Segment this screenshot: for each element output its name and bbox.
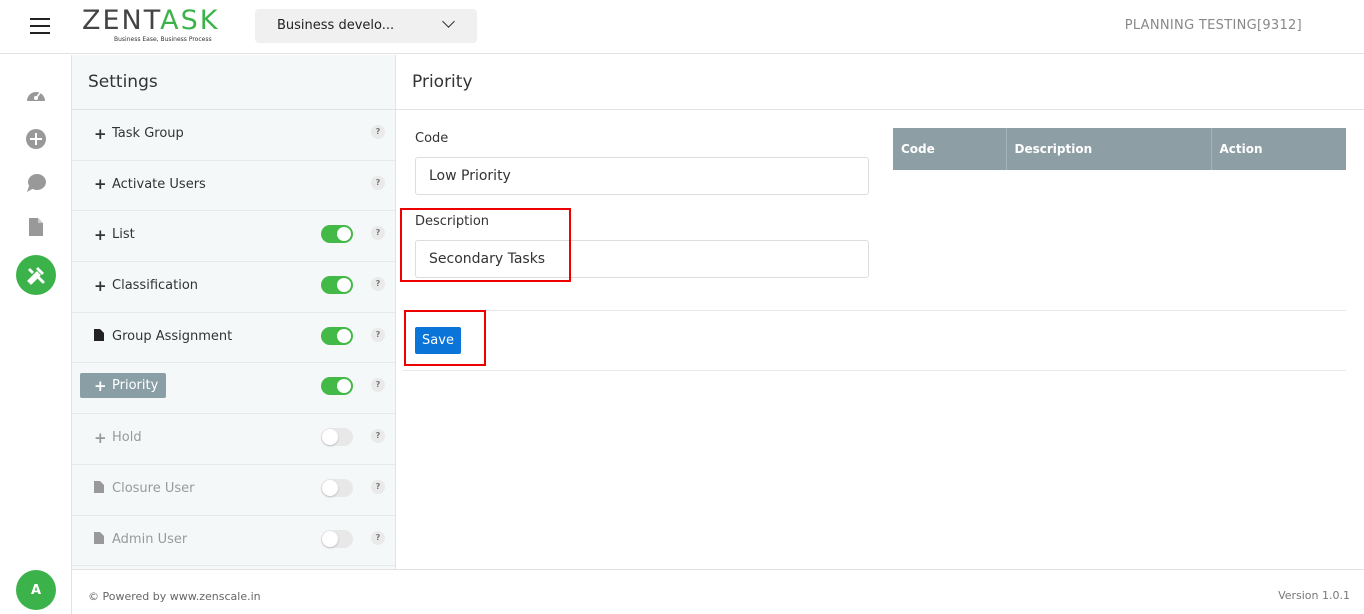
settings-item-label: Group Assignment xyxy=(112,328,233,344)
plus-icon: + xyxy=(94,376,107,395)
priority-grid: Code Description Action xyxy=(893,128,1346,170)
toggle-switch[interactable] xyxy=(321,225,353,244)
toggle-switch[interactable] xyxy=(321,276,353,295)
plus-icon: + xyxy=(94,175,107,194)
page-title: Priority xyxy=(396,55,1364,110)
plus-icon: + xyxy=(94,276,107,295)
settings-item-link[interactable]: + Activate Users xyxy=(94,177,206,192)
hamburger-menu-icon[interactable] xyxy=(30,18,50,34)
settings-item-label: Classification xyxy=(112,278,199,294)
help-icon[interactable]: ? xyxy=(371,277,385,292)
help-icon[interactable]: ? xyxy=(371,125,385,139)
settings-item-link[interactable]: + Priority xyxy=(80,373,167,399)
help-icon[interactable]: ? xyxy=(371,175,385,190)
top-bar: ZENTASK Business Ease, Business Process … xyxy=(0,0,1364,54)
settings-item-group-assignment[interactable]: Group Assignment? xyxy=(72,313,395,364)
user-name[interactable]: PLANNING TESTING[9312] xyxy=(1125,18,1302,33)
help-icon[interactable]: ? xyxy=(371,429,385,444)
dashboard-icon[interactable] xyxy=(24,83,48,107)
settings-item-link[interactable]: Group Assignment xyxy=(94,329,232,344)
powered-by-link[interactable]: © Powered by www.zenscale.in xyxy=(88,590,261,603)
plus-icon: + xyxy=(94,225,107,244)
chat-icon[interactable] xyxy=(24,171,48,195)
toggle-switch[interactable] xyxy=(321,478,353,497)
settings-item-link[interactable]: + List xyxy=(94,227,135,242)
toggle-switch[interactable] xyxy=(321,326,353,345)
grid-header-code[interactable]: Code xyxy=(893,128,1007,170)
settings-list: + Task Group? + Activate Users? + List? + Class… xyxy=(72,110,395,567)
settings-item-priority[interactable]: + Priority? xyxy=(72,363,395,415)
save-highlight-box xyxy=(404,310,486,366)
description-highlight-box xyxy=(400,208,571,282)
file-icon xyxy=(94,481,106,495)
toggle-switch[interactable] xyxy=(321,377,353,396)
grid-header-description[interactable]: Description xyxy=(1006,128,1212,170)
help-icon[interactable]: ? xyxy=(371,226,385,241)
code-input[interactable]: Low Priority xyxy=(415,157,869,195)
settings-item-link[interactable]: Admin User xyxy=(94,532,187,547)
add-circle-icon[interactable] xyxy=(24,127,48,151)
code-label: Code xyxy=(415,131,449,146)
plus-icon: + xyxy=(94,428,107,447)
settings-item-label: Priority xyxy=(112,378,159,394)
help-icon[interactable]: ? xyxy=(371,530,385,545)
project-select[interactable]: Business develo... xyxy=(255,9,477,43)
help-icon[interactable]: ? xyxy=(371,327,385,342)
chevron-down-icon xyxy=(442,15,455,28)
settings-panel: Settings + Task Group? + Activate Users? + Li… xyxy=(72,55,396,569)
settings-item-task-group[interactable]: + Task Group? xyxy=(72,110,395,161)
help-icon[interactable]: ? xyxy=(371,479,385,494)
help-icon[interactable]: ? xyxy=(371,378,385,393)
grid-header-action[interactable]: Action xyxy=(1211,128,1346,170)
settings-item-label: Task Group xyxy=(112,126,184,141)
file-icon xyxy=(94,329,106,343)
tools-icon[interactable] xyxy=(16,255,56,295)
settings-item-link[interactable]: + Hold xyxy=(94,430,142,445)
settings-item-list[interactable]: + List? xyxy=(72,211,395,263)
divider xyxy=(403,310,1346,311)
settings-item-activate-users[interactable]: + Activate Users? xyxy=(72,161,395,212)
settings-item-closure-user[interactable]: Closure User? xyxy=(72,465,395,516)
settings-item-link[interactable]: + Classification xyxy=(94,278,198,293)
settings-title: Settings xyxy=(72,55,395,110)
plus-icon: + xyxy=(94,124,107,143)
settings-item-admin-user[interactable]: Admin User? xyxy=(72,516,395,567)
settings-item-link[interactable]: Closure User xyxy=(94,481,194,496)
file-icon xyxy=(94,532,106,546)
main-content: Priority Code Low Priority Description S… xyxy=(396,55,1364,569)
settings-item-label: List xyxy=(112,227,135,243)
document-icon[interactable] xyxy=(24,215,48,239)
toggle-switch[interactable] xyxy=(321,529,353,548)
settings-item-classification[interactable]: + Classification? xyxy=(72,262,395,313)
toggle-switch[interactable] xyxy=(321,428,353,447)
settings-item-label: Activate Users xyxy=(112,176,206,192)
zentask-logo[interactable]: ZENTASK Business Ease, Business Process xyxy=(82,6,227,46)
version-label: Version 1.0.1 xyxy=(1278,589,1350,602)
settings-item-label: Admin User xyxy=(112,531,188,547)
grid-header-row: Code Description Action xyxy=(893,128,1346,170)
settings-item-label: Hold xyxy=(112,430,142,446)
divider xyxy=(403,370,1346,371)
avatar[interactable]: A xyxy=(16,570,56,610)
settings-item-link[interactable]: + Task Group xyxy=(94,126,184,141)
settings-item-hold[interactable]: + Hold? xyxy=(72,414,395,465)
footer: © Powered by www.zenscale.in Version 1.0… xyxy=(72,569,1364,614)
left-nav-rail: A xyxy=(0,55,72,614)
project-select-value: Business develo... xyxy=(277,18,395,33)
settings-item-label: Closure User xyxy=(112,480,195,496)
